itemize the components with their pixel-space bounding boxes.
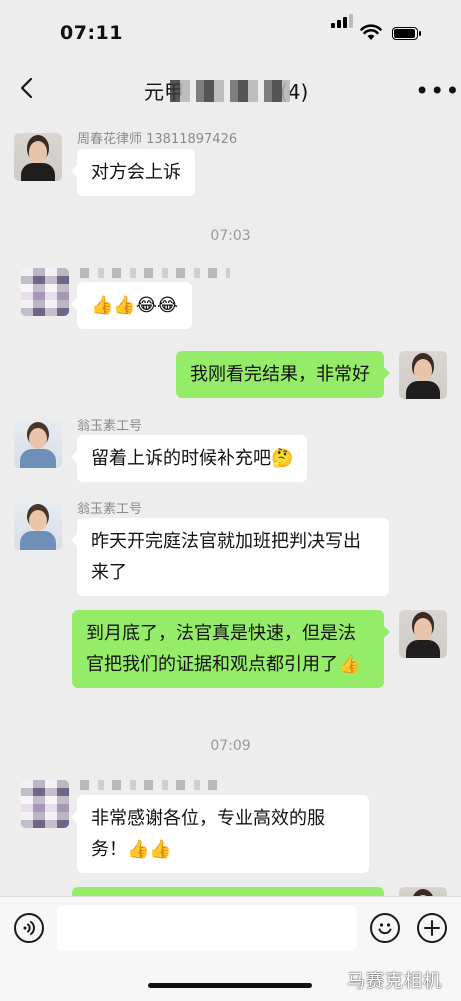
- message-bubble[interactable]: 👍👍😂😂: [71, 282, 192, 329]
- watermark: 马赛克相机: [347, 971, 442, 992]
- message-bubble[interactable]: 昨天开完庭法官就加班把判决写出来了: [71, 518, 389, 596]
- message-bubble-self[interactable]: 到月底了，法官真是快速，但是法官把我们的证据和观点都引用了👍: [72, 610, 390, 688]
- message-bubble-self-partial: [72, 887, 390, 915]
- status-bar: 07:11: [0, 0, 461, 66]
- message-input[interactable]: [57, 906, 357, 951]
- avatar-self[interactable]: [399, 610, 447, 658]
- redacted-title-mosaic: [170, 80, 290, 102]
- message-bubble-self[interactable]: 我刚看完结果，非常好: [176, 351, 390, 398]
- avatar-blurred[interactable]: [21, 780, 69, 828]
- sender-name-redacted: [80, 268, 230, 278]
- message-bubble[interactable]: 非常感谢各位，专业高效的服务！👍👍: [71, 795, 369, 873]
- message-bubble[interactable]: 对方会上诉: [71, 149, 195, 196]
- message-bubble[interactable]: 留着上诉的时候补充吧🤔: [70, 435, 308, 482]
- avatar-self-partial: [399, 887, 447, 896]
- avatar-self[interactable]: [399, 351, 447, 399]
- avatar-blurred[interactable]: [21, 268, 69, 316]
- timestamp: 07:09: [210, 738, 251, 754]
- more-icon[interactable]: •••: [415, 79, 460, 103]
- sender-name: 翁玉素工号: [77, 502, 143, 517]
- avatar-lawyer[interactable]: [14, 133, 62, 181]
- wifi-icon: [360, 24, 382, 40]
- chat-message-list[interactable]: 周春花律师 13811897426 对方会上诉 07:03 👍👍😂😂 我刚看完结…: [0, 112, 461, 915]
- input-bar: 马赛克相机: [0, 896, 461, 1001]
- sender-name: 周春花律师 13811897426: [77, 132, 238, 147]
- timestamp: 07:03: [210, 228, 251, 244]
- plus-icon[interactable]: [417, 913, 447, 943]
- avatar-weng[interactable]: [14, 502, 62, 550]
- emoji-icon[interactable]: [370, 913, 400, 943]
- voice-icon[interactable]: [14, 913, 44, 943]
- home-indicator[interactable]: [148, 983, 312, 988]
- sender-name: 翁玉素工号: [77, 419, 143, 434]
- back-icon[interactable]: [16, 76, 40, 100]
- status-time: 07:11: [60, 22, 123, 44]
- sender-name-redacted: [80, 780, 220, 790]
- battery-icon: [392, 27, 421, 40]
- avatar-weng[interactable]: [14, 420, 62, 468]
